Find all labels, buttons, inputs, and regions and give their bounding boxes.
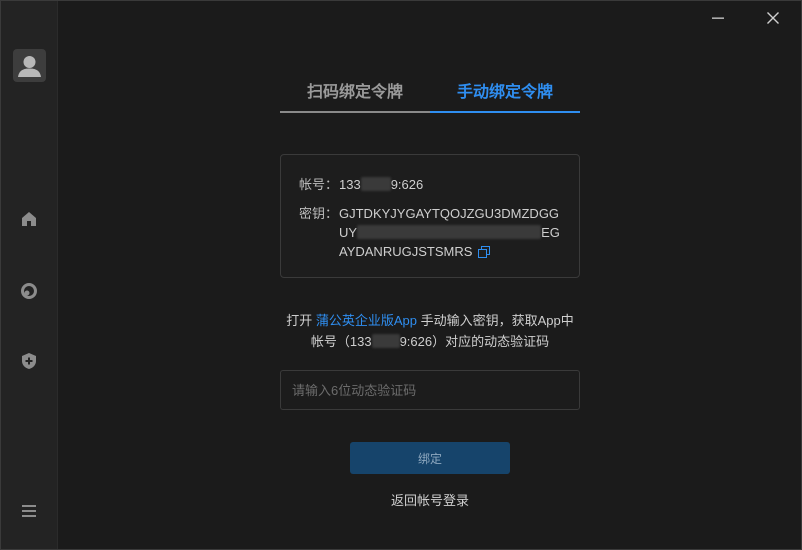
hint-line2-suffix: 9:626）对应的动态验证码 — [399, 334, 550, 349]
main-panel: 扫码绑定令牌 手动绑定令牌 帐号： 133 9:626 密钥： GJTDKYJYG… — [58, 1, 801, 549]
menu-icon[interactable] — [19, 501, 39, 521]
user-avatar-icon[interactable] — [13, 49, 46, 82]
tab-scan-bind[interactable]: 扫码绑定令牌 — [280, 79, 430, 113]
instruction-text: 打开 蒲公英企业版App 手动输入密钥，获取App中 帐号（133 9:626）对… — [258, 310, 602, 352]
app-window: 扫码绑定令牌 手动绑定令牌 帐号： 133 9:626 密钥： GJTDKYJYG… — [0, 0, 802, 550]
secret-value: GJTDKYJYGAYTQOJZGU3DMZDGG UY EG AYDANRUGJ… — [339, 204, 561, 263]
secret-line-2-prefix: UY — [339, 225, 358, 240]
redacted-block — [357, 225, 542, 239]
circle-icon[interactable] — [19, 281, 39, 301]
account-prefix: 133 — [339, 177, 361, 192]
back-to-login-link[interactable]: 返回帐号登录 — [350, 490, 510, 509]
account-suffix: 9:626 — [390, 177, 424, 192]
account-info-card: 帐号： 133 9:626 密钥： GJTDKYJYGAYTQOJZGU3DMZD… — [280, 154, 580, 278]
tab-manual-bind[interactable]: 手动绑定令牌 — [430, 79, 580, 113]
secret-line-1: GJTDKYJYGAYTQOJZGU3DMZDGG — [339, 206, 560, 221]
secret-row: 密钥： GJTDKYJYGAYTQOJZGU3DMZDGG UY EG AYDAN… — [299, 204, 579, 263]
sidebar — [1, 1, 58, 549]
home-icon[interactable] — [19, 209, 39, 229]
redacted-block — [371, 334, 400, 348]
shield-plus-icon[interactable] — [19, 351, 39, 371]
hint-middle: 手动输入密钥，获取App中 — [417, 313, 574, 328]
hint-line2-prefix: 帐号（133 — [310, 334, 372, 349]
redacted-block — [360, 177, 391, 191]
account-value: 133 9:626 — [339, 175, 561, 194]
tab-bar: 扫码绑定令牌 手动绑定令牌 — [280, 79, 580, 113]
account-label: 帐号： — [299, 177, 339, 192]
hint-prefix: 打开 — [286, 313, 316, 328]
secret-line-3: AYDANRUGJSTSMRS — [339, 244, 473, 259]
verification-code-input[interactable] — [280, 370, 580, 410]
bind-button[interactable]: 绑定 — [350, 442, 510, 474]
copy-icon[interactable] — [478, 244, 491, 263]
secret-label: 密钥： — [299, 206, 339, 221]
account-row: 帐号： 133 9:626 — [299, 175, 579, 194]
secret-line-2-suffix: EG — [541, 225, 560, 240]
app-download-link[interactable]: 蒲公英企业版App — [316, 313, 417, 328]
